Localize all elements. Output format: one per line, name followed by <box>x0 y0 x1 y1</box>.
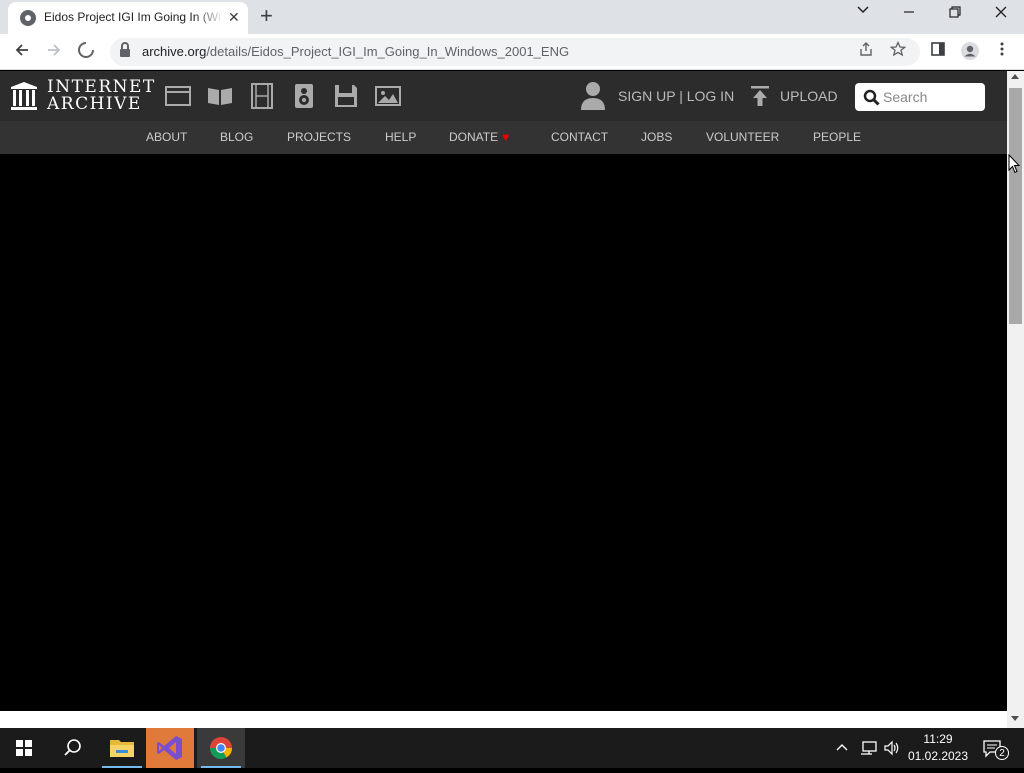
tray-overflow-icon[interactable] <box>836 741 848 755</box>
page-body-below-theater <box>0 711 1007 728</box>
logo-line-2: ARCHIVE <box>47 94 142 114</box>
signup-login-link[interactable]: SIGN UP | LOG IN <box>618 88 734 104</box>
nav-blog[interactable]: BLOG <box>220 130 253 144</box>
taskbar-search-icon[interactable] <box>48 728 96 768</box>
browser-tab-strip: Eidos Project IGI Im Going In (Wi ✕ + <box>0 0 1024 34</box>
upload-link[interactable]: UPLOAD <box>780 88 838 104</box>
share-icon[interactable] <box>854 41 878 61</box>
search-icon[interactable] <box>863 89 880 106</box>
close-window-icon[interactable] <box>986 4 1016 24</box>
restore-icon[interactable] <box>940 4 970 24</box>
ia-secondary-nav: ABOUT BLOG PROJECTS HELP DONATE ♥ CONTACT… <box>0 121 1007 154</box>
windows-taskbar: 11:29 01.02.2023 2 <box>0 728 1024 768</box>
item-theater[interactable] <box>0 154 1007 711</box>
back-icon[interactable] <box>10 41 34 63</box>
clock-time[interactable]: 11:29 <box>910 732 966 746</box>
menu-icon[interactable] <box>990 41 1014 61</box>
nav-donate[interactable]: DONATE ♥ <box>449 130 509 144</box>
lock-icon[interactable] <box>120 42 130 57</box>
search-input[interactable] <box>883 87 979 107</box>
url-path: /details/Eidos_Project_IGI_Im_Going_In_W… <box>206 44 570 59</box>
url-text[interactable]: archive.org/details/Eidos_Project_IGI_Im… <box>142 44 569 59</box>
nav-contact[interactable]: CONTACT <box>551 130 608 144</box>
nav-help[interactable]: HELP <box>385 130 416 144</box>
address-bar[interactable]: archive.org/details/Eidos_Project_IGI_Im… <box>110 38 920 66</box>
texts-icon[interactable] <box>207 83 233 109</box>
nav-donate-label: DONATE <box>449 130 499 144</box>
archive-favicon-icon <box>20 10 36 26</box>
nav-jobs[interactable]: JOBS <box>641 130 672 144</box>
nav-people[interactable]: PEOPLE <box>813 130 861 144</box>
browser-toolbar: archive.org/details/Eidos_Project_IGI_Im… <box>0 34 1024 70</box>
nav-projects[interactable]: PROJECTS <box>287 130 351 144</box>
bookmark-star-icon[interactable] <box>886 40 910 61</box>
forward-icon[interactable] <box>42 41 66 63</box>
search-box[interactable] <box>855 83 985 111</box>
visual-studio-icon[interactable] <box>146 728 194 768</box>
network-icon[interactable] <box>860 739 878 757</box>
url-host: archive.org <box>142 44 207 59</box>
chrome-icon[interactable] <box>197 728 245 768</box>
notification-count-badge: 2 <box>995 746 1009 760</box>
minimize-icon[interactable] <box>894 4 924 24</box>
file-explorer-icon[interactable] <box>98 728 146 768</box>
scroll-up-arrow-icon[interactable] <box>1011 74 1019 79</box>
ia-logo-icon[interactable] <box>10 81 38 111</box>
tab-close-icon[interactable]: ✕ <box>228 9 240 25</box>
loading-spinner-icon[interactable] <box>74 41 98 63</box>
web-icon[interactable] <box>165 83 191 109</box>
ia-logo-text[interactable]: INTERNET ARCHIVE <box>47 79 156 113</box>
mouse-cursor-icon <box>1008 153 1021 174</box>
clock-date[interactable]: 01.02.2023 <box>904 749 972 763</box>
tab-title: Eidos Project IGI Im Going In (Wi <box>44 10 224 24</box>
volume-icon[interactable] <box>883 739 901 757</box>
nav-volunteer[interactable]: VOLUNTEER <box>706 130 779 144</box>
software-icon[interactable] <box>333 83 359 109</box>
new-tab-button[interactable]: + <box>260 4 273 28</box>
images-icon[interactable] <box>375 83 401 109</box>
scroll-thumb[interactable] <box>1009 88 1022 324</box>
browser-tab[interactable]: Eidos Project IGI Im Going In (Wi ✕ <box>8 2 248 34</box>
nav-about[interactable]: ABOUT <box>146 130 187 144</box>
user-icon[interactable] <box>580 80 606 112</box>
ia-header: INTERNET ARCHIVE SIGN UP | LOG IN UPLOAD <box>0 71 1007 121</box>
video-icon[interactable] <box>249 83 275 109</box>
heart-icon: ♥ <box>502 130 510 144</box>
tab-search-icon[interactable] <box>848 3 878 23</box>
upload-icon[interactable] <box>750 85 770 107</box>
windows-start-icon[interactable] <box>0 728 48 768</box>
profile-icon[interactable] <box>958 41 982 65</box>
audio-icon[interactable] <box>291 83 317 109</box>
scroll-down-arrow-icon[interactable] <box>1011 716 1019 721</box>
side-panel-icon[interactable] <box>926 41 950 61</box>
